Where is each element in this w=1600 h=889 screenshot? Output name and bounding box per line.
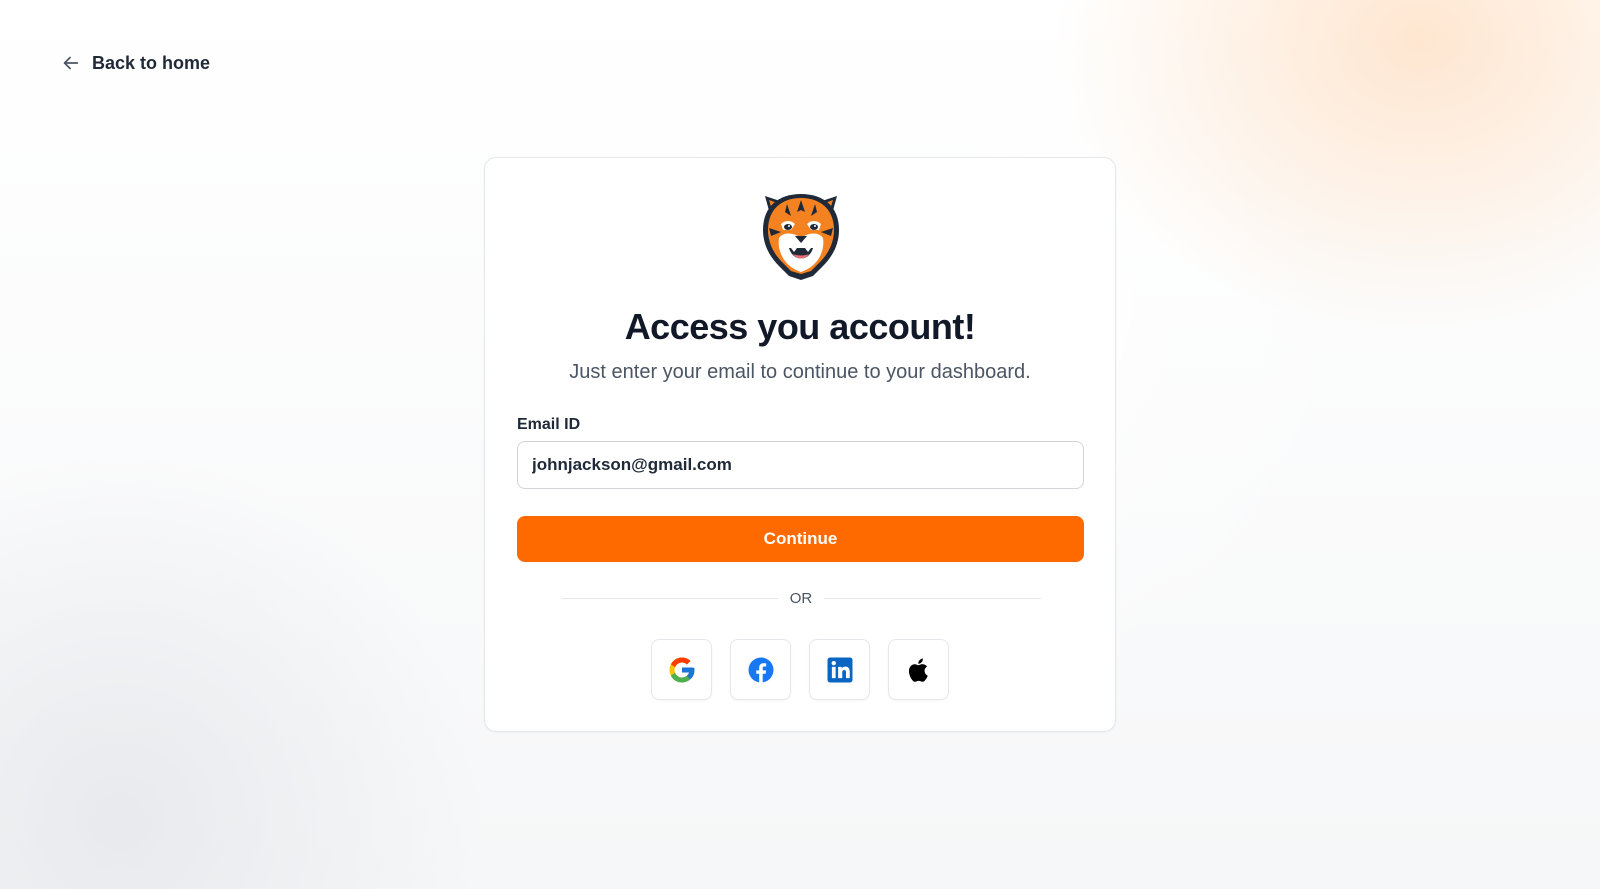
or-divider: OR	[561, 590, 1041, 607]
arrow-left-icon	[63, 56, 79, 70]
email-field[interactable]	[517, 441, 1084, 489]
divider-line-right	[824, 598, 1041, 599]
linkedin-login-button[interactable]	[809, 639, 870, 700]
apple-icon	[908, 657, 928, 682]
tiger-logo	[763, 194, 839, 280]
apple-login-button[interactable]	[888, 639, 949, 700]
divider-line-left	[561, 598, 778, 599]
back-to-home-label: Back to home	[92, 52, 211, 73]
facebook-login-button[interactable]	[730, 639, 791, 700]
page-title: Access you account!	[624, 306, 976, 347]
google-icon	[669, 657, 694, 682]
divider-text: OR	[789, 590, 813, 607]
page-subtitle: Just enter your email to continue to you…	[569, 361, 1031, 383]
facebook-icon	[748, 657, 773, 682]
social-login-group	[485, 639, 1115, 700]
continue-button[interactable]: Continue	[517, 516, 1084, 562]
login-card: Access you account! Just enter your emai…	[484, 157, 1116, 732]
linkedin-icon	[827, 657, 852, 682]
back-to-home-link[interactable]: Back to home	[60, 52, 210, 74]
google-login-button[interactable]	[651, 639, 712, 700]
email-field-label: Email ID	[517, 416, 581, 433]
